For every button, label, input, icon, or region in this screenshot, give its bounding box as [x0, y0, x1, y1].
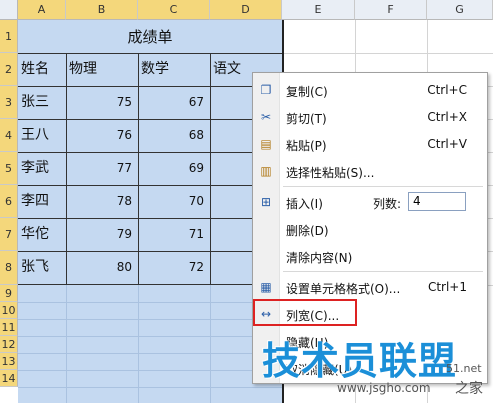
gridline — [18, 387, 282, 388]
menu-item-label: 选择性粘贴(S)... — [286, 166, 375, 180]
gridline — [18, 319, 282, 320]
menu-item-paste-special[interactable]: ▥ 选择性粘贴(S)... — [253, 158, 487, 184]
row-header-3[interactable]: 3 — [0, 86, 18, 119]
math-cell[interactable]: 68 — [138, 119, 210, 152]
row-header-9[interactable]: 9 — [0, 285, 18, 302]
column-header-d[interactable]: D — [210, 0, 282, 20]
row-header-14[interactable]: 14 — [0, 370, 18, 387]
menu-item-label: 清除内容(N) — [286, 251, 353, 265]
highlight-box — [253, 299, 357, 326]
physics-cell[interactable]: 75 — [66, 86, 138, 119]
column-count-input[interactable]: 4 — [408, 192, 466, 211]
row-header-4[interactable]: 4 — [0, 119, 18, 152]
physics-cell[interactable]: 76 — [66, 119, 138, 152]
math-cell[interactable]: 72 — [138, 251, 210, 284]
menu-item-label: 删除(D) — [286, 224, 329, 238]
column-header-b[interactable]: B — [66, 0, 138, 20]
menu-item-label: 剪切(T) — [286, 112, 327, 126]
math-cell[interactable]: 70 — [138, 185, 210, 218]
row-header-13[interactable]: 13 — [0, 353, 18, 370]
menu-item-label: 设置单元格格式(O)... — [286, 282, 401, 296]
physics-cell[interactable]: 78 — [66, 185, 138, 218]
name-cell[interactable]: 华佗 — [18, 218, 66, 251]
header-cell[interactable]: 姓名 — [18, 53, 66, 86]
watermark-url: www.jsgho.com — [337, 381, 431, 395]
menu-item-label: 复制(C) — [286, 85, 328, 99]
table-title[interactable]: 成绩单 — [18, 21, 282, 53]
column-header-a[interactable]: A — [18, 0, 66, 20]
menu-item-paste[interactable]: ▤ 粘贴(P) Ctrl+V — [253, 131, 487, 157]
column-header-c[interactable]: C — [138, 0, 210, 20]
row-header-5[interactable]: 5 — [0, 152, 18, 185]
header-cell[interactable]: 语文 — [210, 53, 254, 86]
table-border — [210, 53, 211, 285]
menu-item-label: 粘贴(P) — [286, 139, 327, 153]
menu-item-delete[interactable]: 删除(D) — [253, 216, 487, 242]
name-cell[interactable]: 李四 — [18, 185, 66, 218]
gridline — [18, 336, 282, 337]
row-header-12[interactable]: 12 — [0, 336, 18, 353]
gridline — [18, 353, 282, 354]
math-cell[interactable]: 69 — [138, 152, 210, 185]
format-cells-icon: ▦ — [260, 280, 272, 294]
menu-item-shortcut: Ctrl+1 — [427, 280, 467, 294]
column-header-e[interactable]: E — [282, 0, 355, 20]
watermark-side-text: 之家 — [455, 381, 483, 397]
row-header-11[interactable]: 11 — [0, 319, 18, 336]
row-header-8[interactable]: 8 — [0, 251, 18, 285]
watermark-side-text: 51.net — [446, 362, 482, 375]
column-header-f[interactable]: F — [355, 0, 427, 20]
physics-cell[interactable]: 79 — [66, 218, 138, 251]
watermark-logo: 技术员联盟 — [262, 339, 458, 383]
menu-item-copy[interactable]: ❐ 复制(C) Ctrl+C — [253, 77, 487, 103]
header-cell[interactable]: 数学 — [138, 53, 210, 86]
menu-item-shortcut: Ctrl+C — [427, 83, 467, 97]
name-cell[interactable]: 张飞 — [18, 251, 66, 284]
name-cell[interactable]: 王八 — [18, 119, 66, 152]
copy-icon: ❐ — [260, 83, 272, 97]
gridline — [18, 370, 282, 371]
gridline — [284, 53, 493, 54]
row-header-1[interactable]: 1 — [0, 20, 18, 53]
paste-special-icon: ▥ — [260, 164, 272, 178]
gridline — [18, 302, 282, 303]
menu-item-cut[interactable]: ✂ 剪切(T) Ctrl+X — [253, 104, 487, 130]
name-cell[interactable]: 李武 — [18, 152, 66, 185]
physics-cell[interactable]: 77 — [66, 152, 138, 185]
menu-separator — [283, 271, 483, 272]
name-cell[interactable]: 张三 — [18, 86, 66, 119]
math-cell[interactable]: 71 — [138, 218, 210, 251]
menu-item-clear-contents[interactable]: 清除内容(N) — [253, 243, 487, 269]
paste-icon: ▤ — [260, 137, 272, 151]
header-cell[interactable]: 物理 — [66, 53, 138, 86]
menu-separator — [283, 186, 483, 187]
insert-column-icon: ⊞ — [260, 195, 272, 209]
column-header-g[interactable]: G — [427, 0, 493, 20]
menu-item-shortcut: Ctrl+X — [427, 110, 467, 124]
row-header-6[interactable]: 6 — [0, 185, 18, 218]
row-header-10[interactable]: 10 — [0, 302, 18, 319]
scissors-icon: ✂ — [260, 110, 272, 124]
math-cell[interactable]: 67 — [138, 86, 210, 119]
physics-cell[interactable]: 80 — [66, 251, 138, 284]
table-border — [18, 284, 282, 285]
menu-item-shortcut: Ctrl+V — [427, 137, 467, 151]
menu-item-label: 插入(I) — [286, 197, 323, 211]
select-all-corner[interactable] — [0, 0, 18, 20]
row-header-7[interactable]: 7 — [0, 218, 18, 251]
column-count-label: 列数: — [373, 197, 402, 211]
menu-item-format-cells[interactable]: ▦ 设置单元格格式(O)... Ctrl+1 — [253, 274, 487, 300]
row-header-2[interactable]: 2 — [0, 53, 18, 86]
